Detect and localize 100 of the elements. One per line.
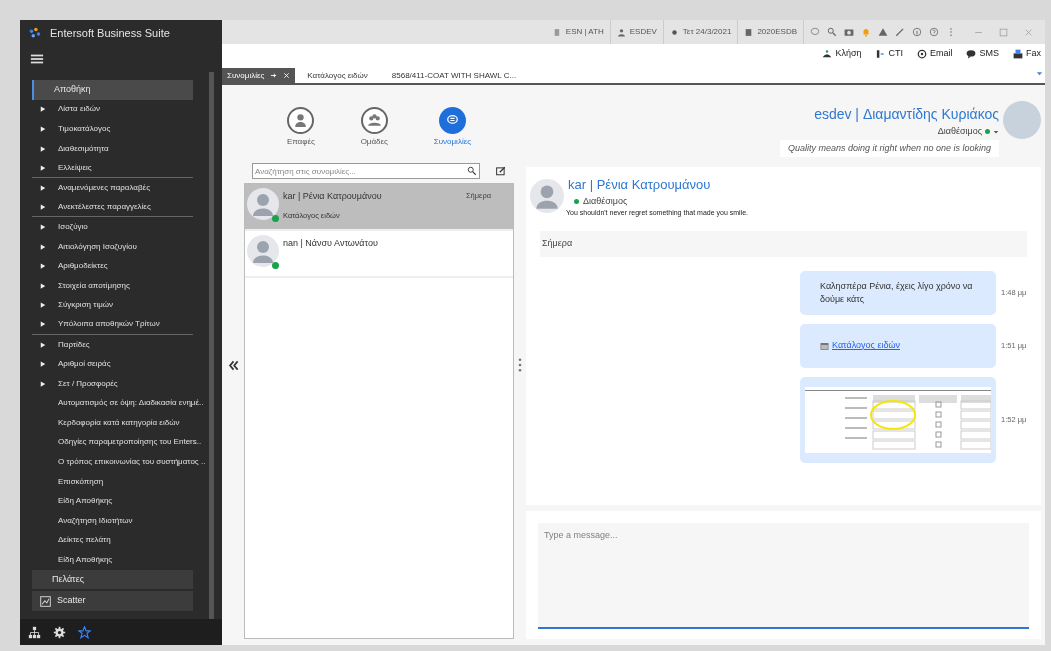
sidebar-item[interactable]: Είδη Αποθήκης xyxy=(32,550,207,570)
tab[interactable]: 8568/411-COAT WITH SHAWL C... xyxy=(379,68,529,83)
info-icon xyxy=(912,27,922,37)
sidebar-item[interactable]: Δείκτες πελάτη xyxy=(32,530,207,551)
camera-icon xyxy=(844,27,854,37)
sidebar-item[interactable]: Ο τρόπος επικοινωνίας του συστήματος .. xyxy=(32,452,207,472)
sidebar-header[interactable]: Αποθήκη xyxy=(32,80,193,100)
sidebar-item[interactable]: Αυτοματισμός σε όψη: Διαδικασία ενημέ.. xyxy=(32,393,207,414)
sidebar-header[interactable]: Πελάτες xyxy=(32,569,193,590)
expand-icon xyxy=(40,321,46,328)
sidebar-item[interactable]: Είδη Αποθήκης xyxy=(32,491,207,512)
sidebar-item[interactable]: Σετ / Προσφορές xyxy=(32,373,207,394)
fax-icon xyxy=(1013,49,1023,59)
nav-button[interactable]: Επαφές xyxy=(286,107,315,161)
menu-icon xyxy=(30,52,44,66)
maximize-icon xyxy=(999,27,1008,37)
sidebar-item[interactable]: Αριθμοδείκτες xyxy=(32,256,207,276)
action-button[interactable]: SMS xyxy=(966,47,999,61)
sidebar-item[interactable]: Υπόλοιπα αποθηκών Τρίτων xyxy=(32,315,193,335)
user-quote: Quality means doing it right when no one is looking xyxy=(779,139,999,157)
expand-icon xyxy=(40,380,46,387)
sidebar-item[interactable]: Σύγκριση τιμών xyxy=(32,295,207,316)
contact-name: kar | Ρένια Κατρουμάνου xyxy=(283,190,382,203)
user-name: esdev | Διαμαντίδης Κυριάκος xyxy=(814,105,999,123)
expand-icon xyxy=(40,223,46,230)
expand-icon xyxy=(40,106,46,113)
window-icon xyxy=(820,341,829,351)
call-icon xyxy=(822,49,833,59)
logo-icon xyxy=(28,26,42,40)
expand-icon xyxy=(40,184,46,191)
nav-button[interactable]: Συνομιλίες xyxy=(433,107,472,161)
contact-status: Διαθέσιμος xyxy=(583,194,628,208)
expand-icon xyxy=(40,341,46,348)
action-button[interactable]: Κλήση xyxy=(822,47,862,61)
sidebar-item[interactable]: Αριθμοί σειράς xyxy=(32,354,207,374)
sidebar-item[interactable]: Λίστα ειδών xyxy=(32,99,207,120)
status-text: ESDEV xyxy=(629,26,657,38)
pin-icon xyxy=(270,72,278,79)
sidebar-item[interactable]: Τιμοκατάλογος xyxy=(32,119,207,139)
collapse-icon xyxy=(227,359,239,371)
expand-icon xyxy=(40,243,46,250)
people-icon xyxy=(365,112,383,129)
expand-icon xyxy=(40,203,46,210)
hierarchy-icon xyxy=(28,625,41,639)
sidebar-item[interactable]: Αιτιολόγηση Ισοζυγίου xyxy=(32,236,207,257)
avatar-icon xyxy=(247,235,279,267)
user-status: Διαθέσιμος xyxy=(937,125,982,138)
sidebar-item[interactable]: Αναζήτηση Ιδιοτήτων xyxy=(32,511,207,531)
day-separator: Σήμερα xyxy=(540,231,1027,257)
message-bubble: Καλησπέρα Ρένια, έχεις λίγο χρόνο να δούμε κάτς xyxy=(800,271,996,315)
tab[interactable]: Συνομιλίες xyxy=(222,68,296,83)
pen-icon xyxy=(895,27,905,37)
close-icon xyxy=(283,72,291,79)
sidebar-item[interactable]: Παρτίδες xyxy=(32,334,207,355)
expand-icon xyxy=(40,302,46,309)
caret-icon xyxy=(993,128,999,135)
sidebar-item[interactable]: Αναμενόμενες παραλαβές xyxy=(32,177,207,198)
sidebar-item[interactable]: Ισοζύγιο xyxy=(32,217,207,237)
close-icon xyxy=(1024,27,1033,37)
attachment-link[interactable]: Κατάλογος ειδών xyxy=(832,339,900,353)
search-icon xyxy=(827,27,837,37)
avatar-icon xyxy=(247,188,279,220)
expand-icon xyxy=(40,263,46,270)
sidebar-item[interactable]: Κερδοφορία κατά κατηγορία ειδών xyxy=(32,413,207,433)
star-icon xyxy=(78,625,91,639)
dropdown-icon xyxy=(1036,70,1043,77)
user-photo xyxy=(1003,101,1041,139)
expand-icon xyxy=(40,126,46,132)
chart-icon xyxy=(40,595,51,607)
triangle-icon xyxy=(878,27,888,37)
message-input[interactable]: Type a message... xyxy=(538,523,1029,629)
status-text: ESN | ATH xyxy=(565,26,604,38)
action-button[interactable]: Fax xyxy=(1013,47,1041,61)
contact-name: kar | Ρένια Κατρουμάνου xyxy=(568,176,712,194)
splitter-handle-icon xyxy=(518,358,522,372)
help-icon xyxy=(929,27,939,37)
compose-icon xyxy=(496,166,506,176)
sidebar-item[interactable]: Οδηγίες παραμετροποίησης του Enters.. xyxy=(32,432,207,453)
sidebar-item[interactable]: Επισκόπηση xyxy=(32,471,207,492)
avatar-icon xyxy=(530,179,564,213)
sidebar-item[interactable]: Διαθεσιμότητα xyxy=(32,138,207,159)
expand-icon xyxy=(40,145,46,152)
search-icon xyxy=(467,166,477,176)
expand-icon xyxy=(40,361,46,368)
sidebar-item[interactable]: Στοιχεία αποτίμησης xyxy=(32,275,207,296)
sidebar-header[interactable]: Scatter xyxy=(32,591,193,612)
action-button[interactable]: Email xyxy=(916,47,953,61)
contact-name: nan | Νάνσυ Αντωνάτου xyxy=(283,237,378,250)
expand-icon xyxy=(40,282,46,289)
search-field[interactable]: Αναζήτηση στις συνομιλίες... xyxy=(252,163,480,179)
status-text: Τετ 24/3/2021 xyxy=(682,26,732,38)
sidebar-item[interactable]: Ανεκτέλεστες παραγγελίες xyxy=(32,197,193,218)
settings-icon xyxy=(53,625,66,639)
sms-icon xyxy=(966,49,977,59)
chat-icon xyxy=(810,27,820,37)
sidebar-item[interactable]: Ελλείψεις xyxy=(32,158,193,178)
app-title: Entersoft Business Suite xyxy=(50,25,170,41)
tab[interactable]: Κατάλογος ειδών xyxy=(295,68,380,83)
action-button[interactable]: CTI xyxy=(875,47,903,61)
status-text: 2020ESDB xyxy=(757,26,797,38)
